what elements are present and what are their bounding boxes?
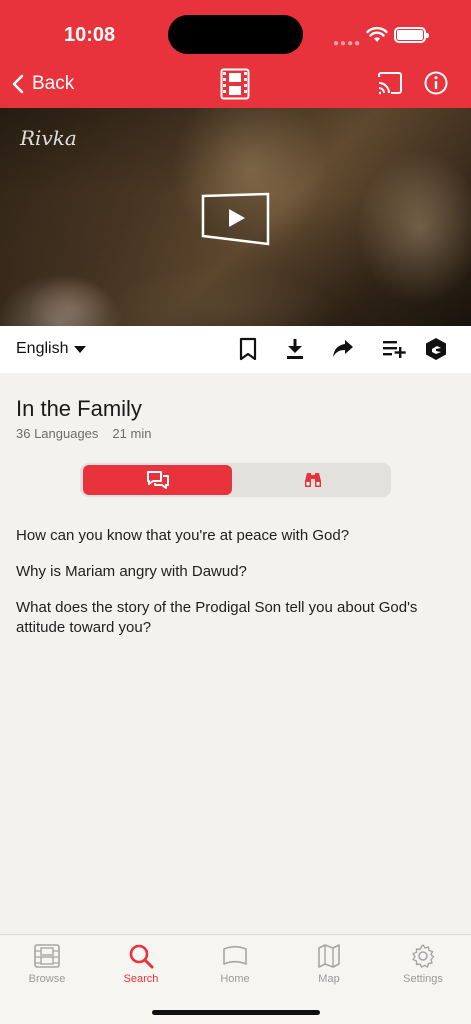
gear-icon [412, 944, 435, 968]
chat-bubbles-icon [146, 471, 169, 489]
info-icon[interactable] [424, 71, 448, 95]
play-button[interactable] [200, 192, 272, 248]
duration: 21 min [112, 426, 152, 441]
video-watermark: Rivka [20, 126, 77, 150]
dynamic-island [168, 15, 303, 54]
back-label: Back [32, 73, 75, 94]
tab-label: Search [123, 973, 159, 985]
binoculars-icon [305, 473, 321, 487]
content-segmented-control [80, 463, 391, 497]
chevron-left-icon [12, 74, 24, 94]
home-icon [223, 945, 247, 965]
caret-down-icon [74, 345, 87, 353]
language-selector[interactable]: English [16, 340, 87, 358]
question-item: Why is Mariam angry with Dawud? [16, 563, 247, 580]
action-toolbar: English [0, 326, 471, 373]
tab-label: Browse [28, 973, 66, 985]
wifi-icon [366, 26, 388, 42]
signal-icon: ●●●● [333, 38, 362, 49]
question-item: How can you know that you're at peace wi… [16, 527, 350, 544]
question-item: What does the story of the Prodigal Son … [16, 599, 418, 636]
download-icon[interactable] [285, 337, 305, 361]
discussion-questions: How can you know that you're at peace wi… [16, 526, 456, 654]
back-button[interactable]: Back [12, 70, 74, 98]
tab-discussion[interactable] [83, 465, 232, 495]
tab-explore[interactable] [238, 465, 388, 495]
film-icon [220, 68, 250, 100]
home-indicator[interactable] [152, 1010, 320, 1015]
tab-label: Home [220, 973, 250, 985]
tab-search[interactable]: Search [101, 943, 181, 985]
share-icon[interactable] [332, 337, 354, 359]
map-icon [318, 944, 340, 968]
tab-browse[interactable]: Browse [7, 943, 87, 985]
header-bar: 10:08 ●●●● Back [0, 0, 471, 108]
add-to-playlist-icon[interactable] [382, 337, 406, 359]
tab-settings[interactable]: Settings [383, 943, 463, 985]
tab-label: Map [318, 973, 340, 985]
language-label: English [16, 340, 69, 357]
film-icon [34, 944, 60, 968]
battery-icon [394, 27, 429, 43]
cast-icon[interactable] [377, 71, 403, 95]
bookmark-icon[interactable] [238, 337, 258, 361]
status-time: 10:08 [64, 24, 116, 46]
video-player[interactable]: Rivka [0, 108, 471, 326]
tab-home[interactable]: Home [195, 943, 275, 985]
video-meta: 36 Languages 21 min [16, 426, 151, 441]
tab-map[interactable]: Map [289, 943, 369, 985]
video-title: In the Family [16, 396, 142, 421]
search-icon [129, 944, 154, 969]
languages-count: 36 Languages [16, 426, 99, 441]
tab-label: Settings [403, 973, 443, 985]
app-logo-icon[interactable] [425, 337, 447, 361]
